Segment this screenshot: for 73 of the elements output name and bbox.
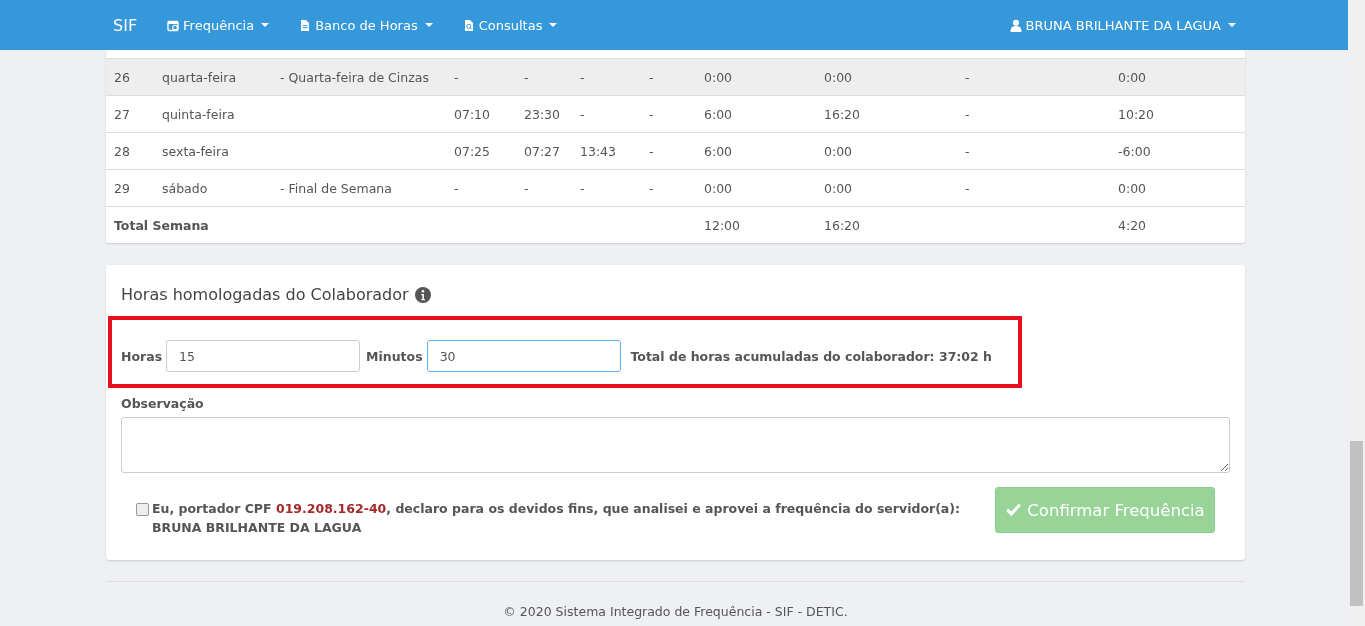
table-cell: -6:00 bbox=[1118, 143, 1151, 159]
table-cell: sábado bbox=[162, 180, 208, 196]
table-cell: 29 bbox=[114, 180, 130, 196]
table-cell: - bbox=[965, 143, 970, 159]
nav-menu[interactable]: Banco de Horas bbox=[299, 17, 433, 33]
table-cell: 0:00 bbox=[824, 143, 853, 159]
table-cell: - bbox=[580, 180, 585, 196]
user-menu[interactable]: BRUNA BRILHANTE DA LAGUA bbox=[1009, 17, 1236, 33]
field-label: Horas bbox=[121, 348, 163, 364]
caret-icon bbox=[261, 23, 270, 27]
table-cell: - bbox=[524, 180, 529, 196]
input-field[interactable]: 30 bbox=[426, 340, 621, 372]
table-cell: 27 bbox=[114, 106, 130, 122]
table-cell: - Final de Semana bbox=[280, 180, 392, 196]
caret-icon bbox=[549, 23, 558, 27]
field-label: Observação bbox=[121, 396, 205, 411]
document-icon bbox=[299, 18, 312, 32]
table-cell: 07:10 bbox=[454, 106, 491, 122]
table-cell: - bbox=[965, 69, 970, 85]
table-cell: - bbox=[965, 106, 970, 122]
table-cell: 0:00 bbox=[824, 69, 853, 85]
table-cell: 07:25 bbox=[454, 143, 491, 159]
table-cell: 0:00 bbox=[704, 180, 733, 196]
accumulated-hours-text: Total de horas acumuladas do colaborador: 37:02 h bbox=[630, 348, 992, 364]
table-cell: - bbox=[649, 180, 654, 196]
document-search-icon bbox=[462, 18, 475, 32]
caret-icon bbox=[424, 23, 433, 27]
table-cell: - bbox=[580, 69, 585, 85]
table-cell: 6:00 bbox=[704, 143, 733, 159]
employee-name: BRUNA BRILHANTE DA LAGUA bbox=[152, 520, 363, 535]
nav-menu[interactable]: Frequência bbox=[167, 17, 270, 33]
table-cell: 16:20 bbox=[824, 106, 861, 122]
table-cell: 12:00 bbox=[704, 217, 741, 233]
checkbox[interactable] bbox=[136, 503, 149, 516]
section-title: Horas homologadas do Colaborador bbox=[121, 285, 409, 304]
table-cell: - Quarta-feira de Cinzas bbox=[280, 69, 429, 85]
info-icon bbox=[414, 286, 431, 303]
table-cell: - bbox=[649, 106, 654, 122]
table-cell: - bbox=[454, 180, 459, 196]
table-cell: 4:20 bbox=[1118, 217, 1147, 233]
table-cell: 26 bbox=[114, 69, 130, 85]
table-cell: - bbox=[649, 69, 654, 85]
nav-menu[interactable]: Consultas bbox=[462, 17, 558, 33]
table-cell: - bbox=[649, 143, 654, 159]
table-cell: quarta-feira bbox=[162, 69, 237, 85]
calendar-icon bbox=[167, 18, 180, 32]
total-label: Total Semana bbox=[114, 217, 209, 233]
table-cell: 13:43 bbox=[580, 143, 617, 159]
input-field[interactable]: 15 bbox=[166, 340, 361, 372]
table-cell: - bbox=[965, 180, 970, 196]
table-cell: 6:00 bbox=[704, 106, 733, 122]
field-label: Minutos bbox=[366, 348, 423, 364]
table-cell: quinta-feira bbox=[162, 106, 235, 122]
table-cell: 28 bbox=[114, 143, 130, 159]
table-cell: 23:30 bbox=[524, 106, 561, 122]
table-cell: 0:00 bbox=[704, 69, 733, 85]
table-cell: 0:00 bbox=[824, 180, 853, 196]
table-cell: 16:20 bbox=[824, 217, 861, 233]
table-cell: 0:00 bbox=[1118, 180, 1147, 196]
caret-icon bbox=[1228, 23, 1236, 27]
checkmark-icon bbox=[1005, 502, 1023, 518]
footer-text: © 2020 Sistema Integrado de Frequência - SIF - DETIC. bbox=[502, 604, 849, 619]
table-cell: - bbox=[454, 69, 459, 85]
brand-link[interactable]: SIF bbox=[113, 15, 138, 35]
observation-field[interactable] bbox=[121, 417, 1230, 473]
table-cell: 0:00 bbox=[1118, 69, 1147, 85]
table-cell: sexta-feira bbox=[162, 143, 229, 159]
table-cell: 07:27 bbox=[524, 143, 561, 159]
table-cell: - bbox=[524, 69, 529, 85]
user-icon bbox=[1009, 18, 1022, 32]
table-cell: 10:20 bbox=[1118, 106, 1155, 122]
table-cell: - bbox=[580, 106, 585, 122]
declaration-text: Eu, portador CPF 019.208.162-40, declaro para os devidos fins, que analisei e aprovei a frequência do servidor(a): bbox=[152, 501, 960, 516]
